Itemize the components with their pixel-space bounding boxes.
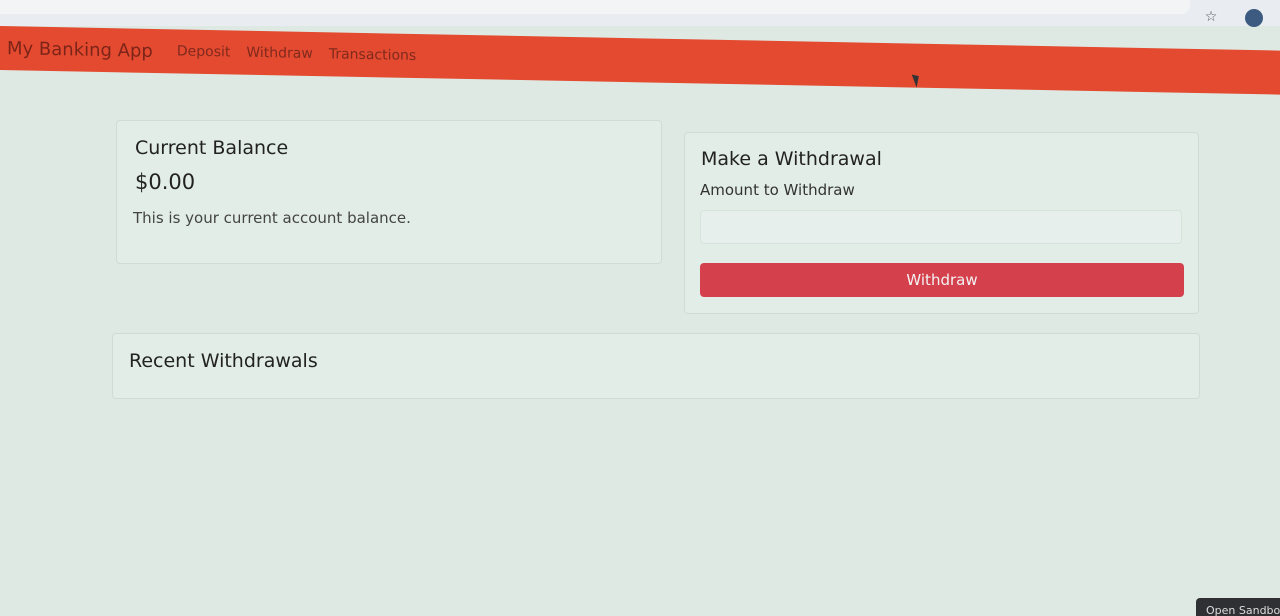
address-bar-edge[interactable] <box>0 0 1190 14</box>
open-sandbox-tab[interactable]: Open Sandbo <box>1196 598 1280 616</box>
browser-toolbar: ☆ <box>0 0 1280 27</box>
star-icon[interactable]: ☆ <box>1202 8 1220 26</box>
recent-withdrawals-title: Recent Withdrawals <box>129 350 318 372</box>
withdraw-title: Make a Withdrawal <box>701 148 882 170</box>
withdraw-button[interactable]: Withdraw <box>700 263 1184 297</box>
brand-link[interactable]: My Banking App <box>7 38 153 62</box>
nav-link-deposit[interactable]: Deposit <box>177 43 231 60</box>
balance-description: This is your current account balance. <box>133 209 411 227</box>
balance-card: Current Balance $0.00 This is your curre… <box>116 120 662 264</box>
nav-link-withdraw[interactable]: Withdraw <box>246 45 312 62</box>
recent-withdrawals-card: Recent Withdrawals <box>112 333 1200 399</box>
balance-amount: $0.00 <box>135 170 196 194</box>
amount-input[interactable] <box>700 210 1182 244</box>
navbar: My Banking App Deposit Withdraw Transact… <box>0 26 1280 95</box>
profile-icon[interactable] <box>1245 9 1263 27</box>
withdraw-card: Make a Withdrawal Amount to Withdraw Wit… <box>684 132 1199 314</box>
nav-link-transactions[interactable]: Transactions <box>329 46 416 64</box>
amount-label: Amount to Withdraw <box>700 181 855 199</box>
balance-title: Current Balance <box>135 137 289 159</box>
open-sandbox-label: Open Sandbo <box>1206 604 1280 616</box>
